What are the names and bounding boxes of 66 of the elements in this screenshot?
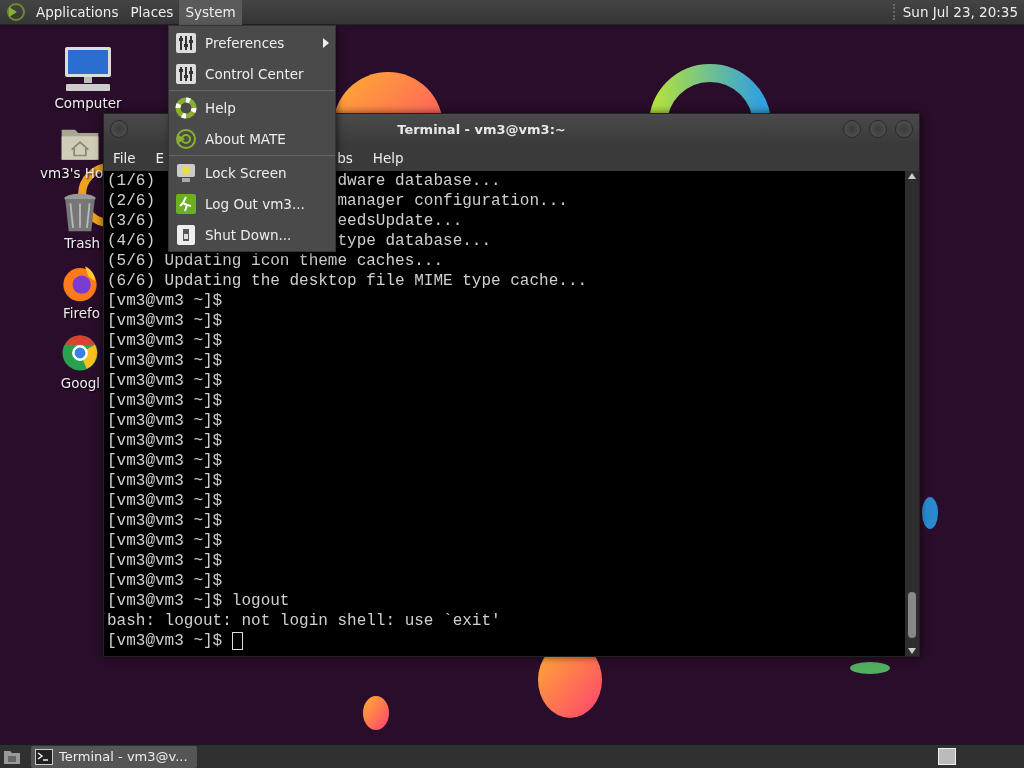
clock[interactable]: Sun Jul 23, 20:35	[892, 4, 1024, 20]
scrollbar-thumb[interactable]	[908, 592, 916, 638]
mate-logo-icon[interactable]	[6, 2, 26, 22]
terminal-line: [vm3@vm3 ~]$	[107, 531, 223, 551]
lifebuoy-icon	[175, 96, 197, 119]
menu-item[interactable]: Log Out vm3...	[169, 188, 335, 219]
terminal-line: [vm3@vm3 ~]$	[107, 331, 223, 351]
menu-item[interactable]: Help	[372, 149, 404, 166]
desktop-icon-label[interactable]: Trash	[64, 235, 100, 251]
menu-item[interactable]: Lock Screen	[169, 157, 335, 188]
up-arrow-icon[interactable]	[908, 173, 916, 179]
chrome-icon[interactable]	[60, 333, 100, 373]
menu-item[interactable]: E	[155, 149, 165, 166]
terminal-line: [vm3@vm3 ~]$	[107, 551, 223, 571]
show-desktop-icon[interactable]	[3, 748, 21, 765]
terminal-line: [vm3@vm3 ~]$	[107, 571, 223, 591]
terminal-line: [vm3@vm3 ~]$	[107, 351, 223, 371]
lock-screen-icon	[175, 161, 197, 184]
menu-item[interactable]: bs	[337, 149, 353, 166]
terminal-line: [vm3@vm3 ~]$	[107, 391, 223, 411]
menu-item[interactable]: Preferences	[169, 27, 335, 58]
terminal-line: (2/6)	[107, 191, 155, 211]
mate-logo-icon	[175, 127, 197, 150]
menu-item[interactable]: Help	[169, 92, 335, 123]
sliders-icon	[175, 62, 197, 85]
menu-item[interactable]: About MATE	[169, 123, 335, 154]
menu-item[interactable]: File	[113, 149, 136, 166]
terminal-line: [vm3@vm3 ~]$	[107, 431, 223, 451]
window-title: Terminal - vm3@vm3:~	[396, 121, 567, 137]
scrollbar[interactable]	[905, 171, 919, 656]
terminal-line: dware database...	[337, 171, 501, 191]
terminal-line: (6/6) Updating the desktop file MIME type cache...	[107, 271, 588, 291]
terminal-line: (5/6) Updating icon theme caches...	[107, 251, 444, 271]
terminal-line: [vm3@vm3 ~]$	[107, 311, 223, 331]
down-arrow-icon[interactable]	[908, 648, 916, 654]
workspace-switcher[interactable]	[938, 748, 956, 765]
computer-icon[interactable]	[62, 45, 114, 93]
exit-icon	[175, 192, 197, 215]
terminal-line: type database...	[337, 231, 492, 251]
terminal-line: (4/6)	[107, 231, 155, 251]
menu-item[interactable]: Control Center	[169, 58, 335, 89]
menu-item[interactable]: Shut Down...	[169, 219, 335, 250]
terminal-icon	[35, 748, 53, 765]
taskbar-button[interactable]: Terminal - vm3@v...	[31, 745, 197, 768]
panel-menu[interactable]: System	[179, 0, 242, 25]
terminal-line: [vm3@vm3 ~]$ logout	[107, 591, 290, 611]
terminal-line: bash: logout: not login shell: use `exit'	[107, 611, 501, 631]
desktop-icon-label[interactable]: Computer	[54, 95, 122, 111]
desktop-icon-label[interactable]: Firefo	[62, 305, 100, 321]
terminal-line: eedsUpdate...	[337, 211, 463, 231]
panel-menu[interactable]: Applications	[30, 0, 125, 25]
terminal-line: manager configuration...	[337, 191, 568, 211]
terminal-line: [vm3@vm3 ~]$	[107, 291, 223, 311]
switch-icon	[175, 223, 197, 246]
terminal-line: [vm3@vm3 ~]$	[107, 471, 223, 491]
panel-menu[interactable]: Places	[124, 0, 180, 25]
terminal-line: [vm3@vm3 ~]$	[107, 411, 223, 431]
terminal-line: (3/6)	[107, 211, 155, 231]
terminal-line: [vm3@vm3 ~]$	[107, 451, 223, 471]
sliders-icon	[175, 31, 197, 54]
terminal-line: [vm3@vm3 ~]$	[107, 371, 223, 391]
terminal-line: [vm3@vm3 ~]$	[107, 491, 223, 511]
terminal-line: [vm3@vm3 ~]$	[107, 511, 223, 531]
terminal-line: [vm3@vm3 ~]$	[107, 631, 223, 651]
desktop-icon-label[interactable]: Googl	[60, 375, 100, 391]
terminal-line: (1/6)	[107, 171, 155, 191]
